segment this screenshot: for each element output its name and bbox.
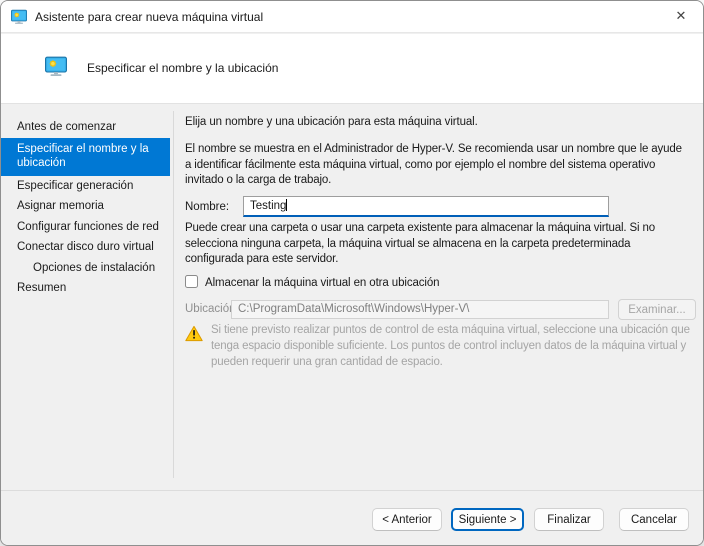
cancelar-button[interactable]: Cancelar (619, 508, 689, 531)
nav-item-resumen[interactable]: Resumen (1, 278, 173, 299)
browse-button[interactable]: Examinar... (618, 299, 696, 320)
wizard-nav: Antes de comenzar Especificar el nombre … (1, 117, 173, 299)
nav-item-asignar-memoria[interactable]: Asignar memoria (1, 196, 173, 217)
hyperv-vm-icon (11, 9, 27, 25)
text-caret (286, 199, 287, 211)
close-button[interactable]: ✕ (659, 1, 703, 33)
intro-text: Elija un nombre y una ubicación para est… (185, 115, 691, 131)
wizard-dialog: Asistente para crear nueva máquina virtu… (0, 0, 704, 546)
nav-item-nombre-y-ubicacion[interactable]: Especificar el nombre y la ubicación (1, 138, 170, 176)
finalizar-button[interactable]: Finalizar (534, 508, 604, 531)
warning-icon (185, 325, 203, 342)
nav-item-antes-de-comenzar[interactable]: Antes de comenzar (1, 117, 173, 138)
title-bar: Asistente para crear nueva máquina virtu… (1, 1, 703, 33)
folder-help-text: Puede crear una carpeta o usar una carpe… (185, 221, 691, 268)
location-field[interactable]: C:\ProgramData\Microsoft\Windows\Hyper-V… (231, 300, 609, 319)
nav-item-funciones-de-red[interactable]: Configurar funciones de red (1, 217, 173, 238)
store-elsewhere-label: Almacenar la máquina virtual en otra ubi… (205, 277, 439, 289)
wizard-header: Especificar el nombre y la ubicación (1, 34, 703, 104)
store-elsewhere-row: Almacenar la máquina virtual en otra ubi… (185, 273, 439, 289)
siguiente-button[interactable]: Siguiente > (451, 508, 524, 531)
name-help-text: El nombre se muestra en el Administrador… (185, 142, 691, 189)
window-title: Asistente para crear nueva máquina virtu… (35, 1, 263, 33)
anterior-button[interactable]: < Anterior (372, 508, 442, 531)
vm-name-value: Testing (250, 200, 286, 212)
footer-bar: < Anterior Siguiente > Finalizar Cancela… (1, 491, 703, 545)
store-elsewhere-checkbox[interactable] (185, 275, 198, 288)
page-title: Especificar el nombre y la ubicación (87, 61, 278, 75)
checkpoint-warning-text: Si tiene previsto realizar puntos de con… (211, 323, 695, 370)
name-label: Nombre: (185, 201, 229, 213)
vm-name-input[interactable]: Testing (243, 196, 609, 217)
vm-monitor-icon (45, 56, 67, 77)
location-value: C:\ProgramData\Microsoft\Windows\Hyper-V… (238, 303, 469, 315)
nav-item-disco-duro-virtual[interactable]: Conectar disco duro virtual (1, 237, 173, 258)
sidebar-divider (173, 111, 174, 478)
close-icon: ✕ (676, 9, 687, 24)
nav-item-especificar-generacion[interactable]: Especificar generación (1, 176, 173, 197)
nav-item-opciones-instalacion[interactable]: Opciones de instalación (1, 258, 173, 279)
